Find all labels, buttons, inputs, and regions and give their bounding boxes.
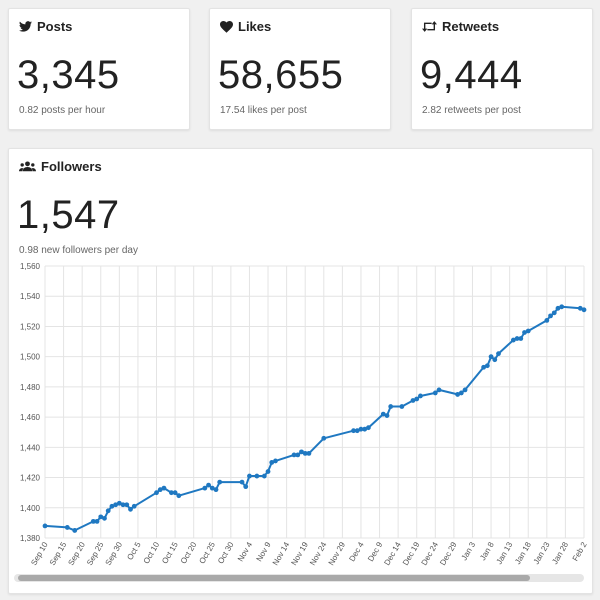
data-point[interactable] — [265, 469, 271, 474]
followers-series-line — [44, 305, 585, 532]
x-tick-label: Jan 8 — [478, 540, 496, 562]
followers-line-chart: 1,380 1,400 1,420 1,440 1,460 1,480 1,500 1,520… — [20, 262, 589, 567]
data-point[interactable] — [64, 525, 70, 530]
y-tick-label: 1,420 — [20, 474, 41, 483]
x-tick-label: Oct 10 — [142, 540, 162, 565]
y-tick-label: 1,520 — [20, 322, 41, 331]
data-point[interactable] — [436, 387, 442, 393]
points-layer — [42, 304, 587, 533]
series-layer — [44, 305, 585, 532]
x-tick-label: Jan 28 — [550, 540, 570, 566]
data-point[interactable] — [432, 390, 438, 396]
data-point[interactable] — [154, 490, 159, 496]
data-point[interactable] — [254, 473, 260, 479]
data-point[interactable] — [128, 506, 133, 512]
data-point[interactable] — [295, 452, 301, 458]
data-point[interactable] — [581, 307, 587, 313]
y-tick-label: 1,440 — [20, 443, 41, 452]
data-point[interactable] — [388, 404, 394, 409]
data-point[interactable] — [42, 523, 48, 529]
y-tick-label: 1,540 — [20, 292, 41, 301]
y-tick-label: 1,380 — [20, 534, 41, 543]
x-tick-label: Oct 15 — [160, 540, 180, 565]
data-point[interactable] — [488, 354, 494, 360]
x-tick-label: Oct 25 — [197, 540, 217, 565]
data-point[interactable] — [243, 484, 249, 490]
x-tick-label: Oct 5 — [125, 540, 143, 562]
data-point[interactable] — [202, 485, 208, 491]
data-point[interactable] — [548, 313, 553, 319]
y-axis: 1,380 1,400 1,420 1,440 1,460 1,480 1,500 1,520… — [20, 262, 41, 543]
data-point[interactable] — [384, 413, 390, 418]
data-point[interactable] — [484, 363, 490, 369]
x-tick-label: Jan 13 — [495, 540, 515, 566]
data-point[interactable] — [462, 387, 468, 393]
data-point[interactable] — [399, 404, 405, 409]
x-tick-label: Oct 20 — [179, 540, 199, 565]
x-tick-label: Jan 23 — [532, 540, 552, 566]
data-point[interactable] — [213, 487, 219, 493]
data-point[interactable] — [321, 435, 327, 441]
data-point[interactable] — [273, 458, 278, 464]
x-tick-label: Nov 4 — [236, 540, 255, 563]
data-point[interactable] — [217, 479, 223, 485]
x-tick-label: Oct 30 — [216, 540, 236, 565]
data-point[interactable] — [172, 490, 178, 496]
chart-scrollbar-thumb[interactable] — [18, 575, 530, 581]
data-point[interactable] — [161, 485, 167, 491]
x-tick-label: Dec 9 — [366, 540, 385, 563]
x-tick-label: Nov 9 — [255, 540, 274, 563]
data-point[interactable] — [306, 450, 312, 456]
data-point[interactable] — [239, 479, 245, 485]
data-point[interactable] — [206, 482, 211, 488]
data-point[interactable] — [525, 328, 531, 334]
y-tick-label: 1,500 — [20, 353, 41, 362]
chart-grid — [44, 265, 585, 539]
data-point[interactable] — [72, 528, 78, 533]
y-tick-label: 1,400 — [20, 504, 41, 513]
x-tick-label: Jan 18 — [513, 540, 533, 566]
x-tick-label: Dec 4 — [347, 540, 366, 563]
x-axis: Sep 10Sep 15Sep 20Sep 25Sep 30 Oct 5 Oct 1… — [29, 540, 589, 567]
data-point[interactable] — [496, 351, 501, 357]
data-point[interactable] — [247, 473, 252, 479]
data-point[interactable] — [94, 518, 100, 524]
data-point[interactable] — [551, 310, 557, 316]
data-point[interactable] — [366, 425, 371, 431]
data-point[interactable] — [492, 357, 498, 363]
data-point[interactable] — [124, 502, 130, 508]
data-point[interactable] — [518, 336, 524, 341]
y-tick-label: 1,460 — [20, 413, 41, 422]
x-tick-label: Jan 3 — [460, 540, 478, 562]
data-point[interactable] — [102, 515, 107, 521]
data-point[interactable] — [559, 304, 565, 310]
data-point[interactable] — [544, 318, 550, 323]
x-tick-label: Nov 29 — [327, 540, 348, 567]
x-tick-label: Dec 29 — [438, 540, 459, 567]
y-tick-label: 1,560 — [20, 262, 41, 271]
x-tick-label: Feb 2 — [571, 540, 589, 563]
data-point[interactable] — [105, 508, 111, 514]
data-point[interactable] — [418, 393, 423, 399]
data-point[interactable] — [176, 493, 182, 499]
data-point[interactable] — [261, 473, 267, 479]
data-point[interactable] — [458, 390, 464, 396]
data-point[interactable] — [414, 396, 420, 402]
y-tick-label: 1,480 — [20, 383, 41, 392]
data-point[interactable] — [131, 503, 137, 509]
x-tick-label: Sep 30 — [104, 540, 125, 567]
